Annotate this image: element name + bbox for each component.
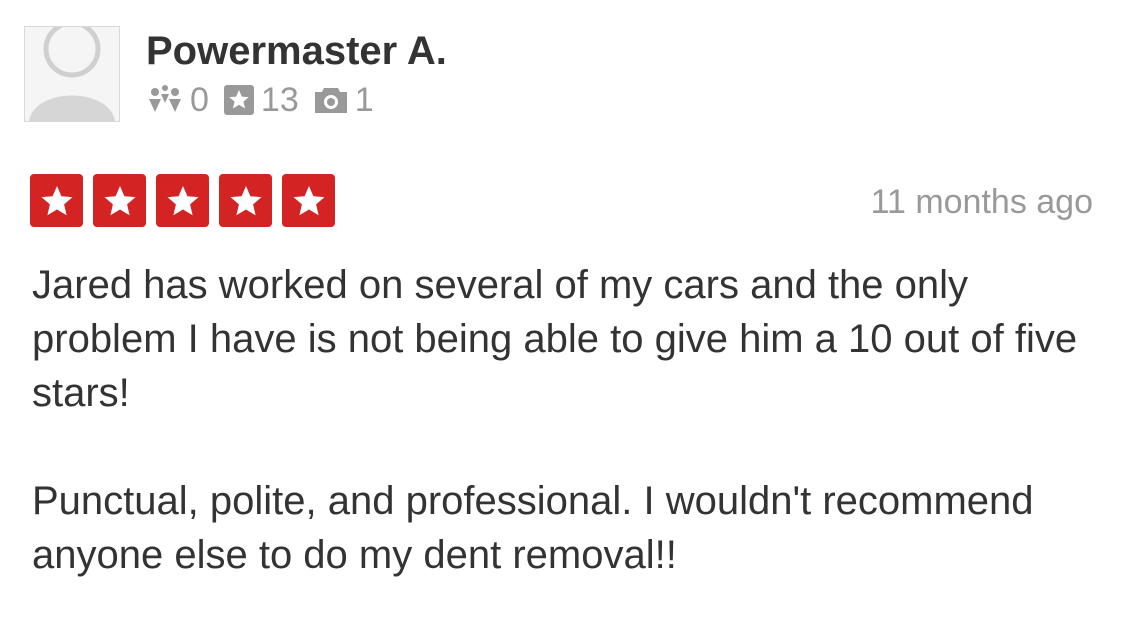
friends-count: 0 [190,80,209,119]
user-stats: 0 13 1 [146,80,388,120]
star-review-icon [223,84,255,116]
photos-stat: 1 [313,81,374,120]
star-icon [156,174,209,227]
review-paragraph: Jared has worked on several of my cars a… [32,263,1078,415]
review-paragraph: Punctual, polite, and professional. I wo… [32,479,1034,577]
friends-icon [146,84,184,116]
user-name[interactable]: Powermaster A. [146,26,447,76]
star-icon [219,174,272,227]
star-rating [30,174,345,227]
review-text: Jared has worked on several of my cars a… [32,258,1102,636]
star-icon [282,174,335,227]
avatar[interactable] [24,26,120,122]
review-timestamp: 11 months ago [870,183,1093,221]
default-avatar-icon [25,27,119,121]
photos-count: 1 [354,80,374,119]
reviews-stat: 13 [223,81,299,120]
friends-stat: 0 [146,81,209,120]
star-icon [30,174,83,227]
star-icon [93,174,146,227]
camera-icon [313,85,349,115]
reviews-count: 13 [260,80,299,119]
